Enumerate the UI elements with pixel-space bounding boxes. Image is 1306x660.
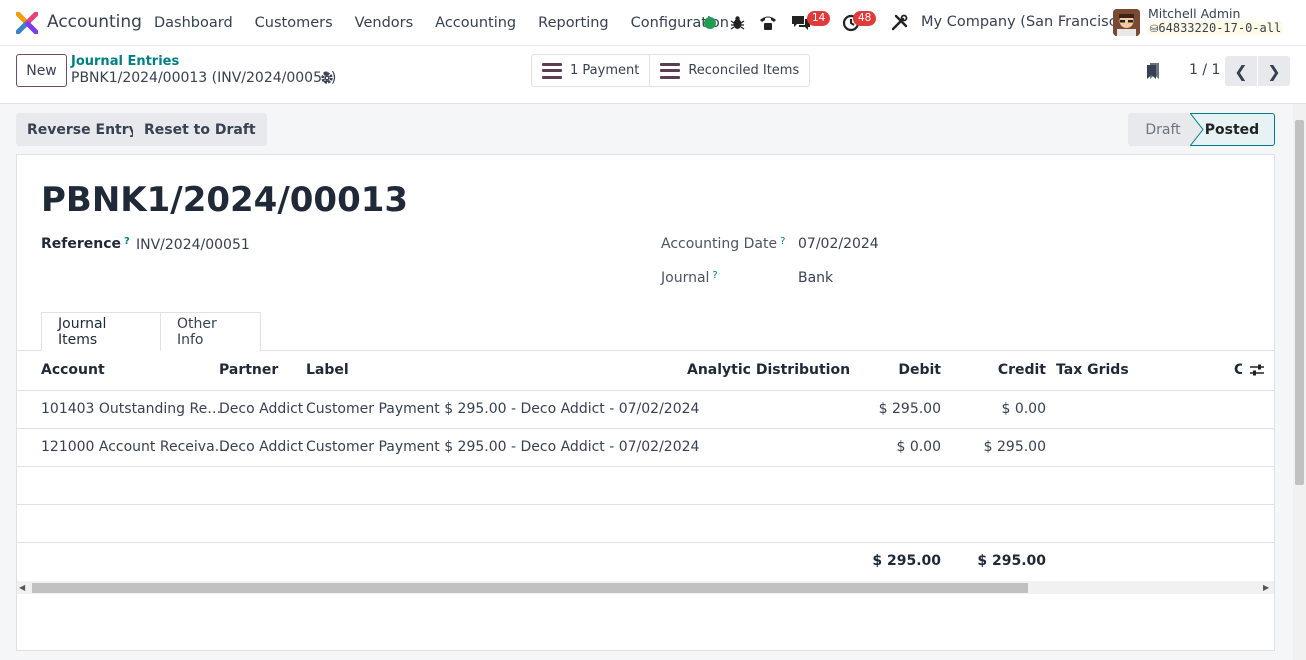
col-truncated[interactable]: C bbox=[1234, 362, 1242, 378]
pager-value[interactable]: 1 / 1 bbox=[1189, 62, 1220, 78]
pager-previous-button[interactable]: ❮ bbox=[1225, 56, 1257, 86]
bookmark-icon[interactable] bbox=[1146, 62, 1160, 80]
journal-value[interactable]: Bank bbox=[798, 270, 833, 286]
row-divider bbox=[17, 504, 1274, 505]
tab-journal-items[interactable]: Journal Items bbox=[41, 312, 161, 351]
chevron-left-icon: ❮ bbox=[1234, 61, 1248, 81]
smart-buttons: 1 Payment Reconciled Items bbox=[531, 54, 811, 87]
row-divider bbox=[17, 428, 1274, 429]
activities-count-badge: 48 bbox=[853, 11, 877, 26]
menu-configuration[interactable]: Configuration bbox=[620, 15, 740, 31]
app-name[interactable]: Accounting bbox=[47, 12, 142, 32]
col-partner[interactable]: Partner bbox=[219, 362, 278, 378]
top-navbar: Accounting Dashboard Customers Vendors A… bbox=[0, 0, 1306, 46]
row1-partner[interactable]: Deco Addict bbox=[219, 401, 303, 417]
page-scroll-thumb[interactable] bbox=[1295, 120, 1304, 485]
help-icon[interactable]: ? bbox=[712, 270, 717, 281]
breadcrumb-current-record: PBNK1/2024/00013 (INV/2024/00051) bbox=[71, 70, 337, 86]
tab-other-info[interactable]: Other Info bbox=[161, 312, 261, 351]
control-panel: New Journal Entries PBNK1/2024/00013 (IN… bbox=[0, 46, 1306, 104]
new-button[interactable]: New bbox=[16, 54, 67, 87]
phone-icon[interactable] bbox=[758, 14, 778, 32]
row1-label[interactable]: Customer Payment $ 295.00 - Deco Addict … bbox=[306, 401, 699, 417]
col-analytic[interactable]: Analytic Distribution bbox=[687, 362, 850, 378]
row1-credit[interactable]: $ 0.00 bbox=[946, 401, 1046, 417]
accounting-date-label-text: Accounting Date bbox=[661, 236, 778, 252]
col-debit[interactable]: Debit bbox=[861, 362, 941, 378]
avatar-icon bbox=[1113, 9, 1140, 36]
column-settings-icon[interactable] bbox=[1249, 363, 1265, 377]
list-icon bbox=[542, 62, 562, 79]
reconciled-items-smart-button[interactable]: Reconciled Items bbox=[649, 55, 809, 86]
menu-customers[interactable]: Customers bbox=[244, 15, 344, 31]
row1-account[interactable]: 101403 Outstanding Re… bbox=[41, 401, 221, 417]
database-name: ⛁64833220-17-0-all bbox=[1148, 21, 1284, 35]
payment-smart-label: 1 Payment bbox=[570, 63, 640, 78]
col-account[interactable]: Account bbox=[41, 362, 105, 378]
menu-vendors[interactable]: Vendors bbox=[344, 15, 425, 31]
table-scroll-thumb[interactable] bbox=[32, 583, 1028, 593]
total-debit: $ 295.00 bbox=[872, 553, 941, 569]
list-icon bbox=[660, 62, 681, 79]
status-draft[interactable]: Draft bbox=[1128, 113, 1198, 146]
status-online-icon[interactable] bbox=[704, 17, 716, 29]
user-name[interactable]: Mitchell Admin bbox=[1148, 6, 1240, 21]
status-arrow-icon bbox=[1190, 113, 1204, 146]
reconciled-items-label: Reconciled Items bbox=[688, 63, 800, 78]
journal-label-text: Journal bbox=[661, 270, 710, 286]
scroll-left-arrow-icon[interactable]: ◀ bbox=[19, 583, 25, 592]
row2-credit[interactable]: $ 295.00 bbox=[946, 439, 1046, 455]
row2-debit[interactable]: $ 0.00 bbox=[841, 439, 941, 455]
gear-icon[interactable] bbox=[320, 71, 334, 85]
row1-debit[interactable]: $ 295.00 bbox=[841, 401, 941, 417]
col-credit[interactable]: Credit bbox=[966, 362, 1046, 378]
reset-to-draft-button[interactable]: Reset to Draft bbox=[133, 113, 267, 146]
menu-accounting[interactable]: Accounting bbox=[424, 15, 527, 31]
row2-label[interactable]: Customer Payment $ 295.00 - Deco Addict … bbox=[306, 439, 699, 455]
chevron-right-icon: ❯ bbox=[1267, 61, 1281, 81]
col-label[interactable]: Label bbox=[306, 362, 349, 378]
col-tax-grids[interactable]: Tax Grids bbox=[1056, 362, 1129, 378]
pager-next-button[interactable]: ❯ bbox=[1258, 56, 1290, 86]
scroll-right-arrow-icon[interactable]: ▶ bbox=[1263, 583, 1269, 592]
entry-title: PBNK1/2024/00013 bbox=[41, 180, 409, 220]
tools-icon[interactable] bbox=[891, 14, 908, 31]
messages-count-badge: 14 bbox=[807, 11, 831, 26]
journal-label: Journal? bbox=[661, 270, 718, 286]
row-divider bbox=[17, 542, 1274, 543]
user-avatar[interactable] bbox=[1113, 9, 1140, 36]
accounting-date-label: Accounting Date? bbox=[661, 236, 785, 252]
reference-value[interactable]: INV/2024/00051 bbox=[136, 237, 250, 253]
row-divider bbox=[17, 466, 1274, 467]
help-icon[interactable]: ? bbox=[780, 236, 785, 247]
help-icon[interactable]: ? bbox=[124, 236, 130, 247]
reference-label: Reference? bbox=[41, 236, 130, 252]
accounting-app-icon[interactable] bbox=[16, 12, 38, 34]
company-switcher[interactable]: My Company (San Francisco) bbox=[921, 14, 1131, 30]
menu-reporting[interactable]: Reporting bbox=[527, 15, 620, 31]
reference-label-text: Reference bbox=[41, 236, 122, 252]
payment-smart-button[interactable]: 1 Payment bbox=[532, 55, 649, 86]
database-name-text: 64833220-17-0-all bbox=[1158, 21, 1282, 35]
breadcrumb-journal-entries[interactable]: Journal Entries bbox=[71, 54, 179, 69]
header-divider bbox=[17, 390, 1274, 391]
row2-partner[interactable]: Deco Addict bbox=[219, 439, 303, 455]
row2-account[interactable]: 121000 Account Receiva… bbox=[41, 439, 229, 455]
accounting-date-value[interactable]: 07/02/2024 bbox=[798, 236, 879, 252]
menu-dashboard[interactable]: Dashboard bbox=[143, 15, 244, 31]
total-credit: $ 295.00 bbox=[977, 553, 1046, 569]
reverse-entry-button[interactable]: Reverse Entry bbox=[16, 113, 149, 146]
bug-icon[interactable] bbox=[730, 15, 745, 31]
main-menu: Dashboard Customers Vendors Accounting R… bbox=[143, 0, 740, 46]
